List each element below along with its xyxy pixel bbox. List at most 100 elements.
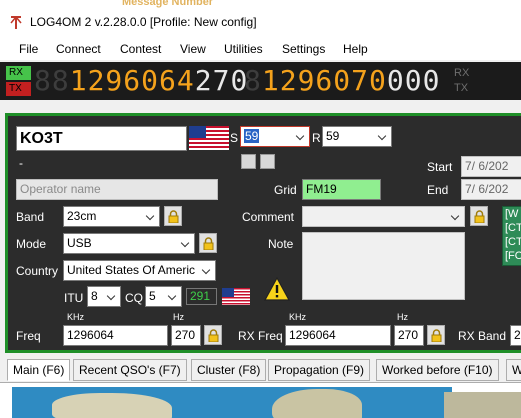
tx-indicator[interactable]: TX: [6, 82, 31, 96]
chevron-down-icon: [199, 261, 215, 280]
comment-lock-button[interactable]: [470, 206, 488, 226]
side-rx-label: RX: [454, 67, 470, 79]
menu-file[interactable]: File: [19, 42, 38, 56]
secondary-map[interactable]: [444, 392, 521, 418]
r-report-select[interactable]: 59: [322, 126, 392, 147]
country-label: Country: [16, 264, 59, 278]
menu-settings[interactable]: Settings: [282, 42, 325, 56]
name-dash: -: [19, 156, 23, 170]
grid-label: Grid: [274, 183, 297, 197]
mode-select[interactable]: USB: [63, 233, 195, 254]
dxcc-number: 291: [186, 288, 217, 305]
itu-label: ITU: [64, 291, 84, 305]
r-report-value: 59: [326, 129, 340, 143]
tab-main[interactable]: Main (F6): [7, 359, 71, 381]
menu-view[interactable]: View: [180, 42, 206, 56]
operator-name-input[interactable]: Operator name: [16, 179, 218, 200]
chevron-down-icon: [293, 127, 309, 146]
itu-select[interactable]: 8: [87, 286, 121, 307]
s-report-value: 59: [244, 129, 260, 143]
freq-hz-label: Hz: [173, 312, 184, 322]
warning-icon[interactable]: [263, 276, 291, 302]
padlock-icon: [208, 329, 219, 342]
rx-band-label: RX Band: [458, 329, 507, 343]
country-select[interactable]: United States Of Americ: [63, 260, 216, 281]
s-report-select[interactable]: 59: [240, 126, 310, 147]
rx-frequency-dim-digits: 88: [34, 64, 70, 97]
comment-label: Comment: [242, 210, 295, 224]
app-antenna-icon: [10, 16, 22, 29]
rx-indicator[interactable]: RX: [6, 66, 31, 80]
tab-worked-before[interactable]: Worked before (F10): [376, 359, 499, 381]
qso-entry-panel: KO3T S 59 R 59 - Start 7/ 6/202 Operator…: [5, 113, 521, 353]
itu-value: 8: [91, 289, 98, 303]
rx-frequency-main-digits: 1296064: [69, 64, 195, 97]
cq-select[interactable]: 5: [145, 286, 182, 307]
title-bar: Message Number LOG4OM 2 v.2.28.0.0 [Prof…: [0, 0, 521, 38]
tab-cluster[interactable]: Cluster (F8): [191, 359, 267, 381]
tx-frequency-main-digits: 1296070: [261, 64, 387, 97]
mode-value: USB: [67, 236, 92, 250]
band-label: Band: [16, 210, 45, 224]
us-flag-small-icon: [222, 288, 250, 305]
menu-bar: File Connect Contest View Utilities Sett…: [0, 38, 521, 60]
window-title: LOG4OM 2 v.2.28.0.0 [Profile: New config…: [30, 15, 257, 29]
world-map[interactable]: [12, 387, 452, 418]
country-value: United States Of Americ: [67, 263, 196, 277]
grid-input[interactable]: FM19: [302, 179, 381, 200]
menu-contest[interactable]: Contest: [120, 42, 161, 56]
rx-freq-khz-input[interactable]: 1296064: [285, 325, 391, 346]
tab-propagation[interactable]: Propagation (F9): [268, 359, 371, 381]
padlock-icon: [203, 237, 214, 250]
r-report-label: R: [312, 131, 321, 145]
rx-frequency-readout: 881296064270: [34, 65, 248, 97]
cq-value: 5: [149, 289, 156, 303]
tx-frequency-dim-digits: 8: [244, 64, 262, 97]
menu-utilities[interactable]: Utilities: [224, 42, 263, 56]
small-square-button[interactable]: [241, 154, 256, 169]
tab-recent-qsos[interactable]: Recent QSO's (F7): [73, 359, 187, 381]
padlock-icon: [474, 210, 485, 223]
rx-freq-hz-input[interactable]: 270: [394, 325, 424, 346]
rx-freq-label: RX Freq: [238, 329, 283, 343]
freq-hz-input[interactable]: 270: [171, 325, 201, 346]
cq-label: CQ: [125, 291, 143, 305]
menu-connect[interactable]: Connect: [56, 42, 101, 56]
map-landmass: [52, 393, 172, 418]
rx-freq-khz-label: KHz: [289, 312, 307, 322]
start-date-field[interactable]: 7/ 6/202: [461, 156, 521, 177]
band-lock-button[interactable]: [164, 206, 182, 226]
chevron-down-icon: [143, 207, 159, 226]
rx-freq-lock-button[interactable]: [427, 325, 445, 345]
freq-khz-input[interactable]: 1296064: [63, 325, 168, 346]
mode-lock-button[interactable]: [199, 233, 217, 253]
callsign-input[interactable]: KO3T: [16, 126, 187, 151]
side-list-item: [CT: [505, 222, 521, 234]
menu-help[interactable]: Help: [343, 42, 368, 56]
band-select[interactable]: 23cm: [63, 206, 160, 227]
tx-frequency-hz-digits: 000: [386, 64, 441, 97]
rx-band-select[interactable]: 2: [510, 325, 521, 346]
mode-label: Mode: [16, 237, 47, 251]
start-label: Start: [427, 160, 453, 174]
chevron-down-icon: [165, 287, 181, 306]
side-list-item: [CT: [505, 236, 521, 248]
freq-label: Freq: [16, 329, 41, 343]
small-square-button[interactable]: [260, 154, 275, 169]
side-list-item: [FO: [505, 250, 521, 262]
side-list[interactable]: [W [CT [CT [FO: [502, 206, 521, 266]
map-landmass: [272, 389, 362, 418]
note-textarea[interactable]: [302, 232, 465, 300]
chevron-down-icon: [448, 207, 464, 226]
end-date-field[interactable]: 7/ 6/202: [461, 179, 521, 200]
band-value: 23cm: [67, 209, 97, 223]
freq-lock-button[interactable]: [204, 325, 222, 345]
padlock-icon: [431, 329, 442, 342]
tab-more[interactable]: W: [506, 359, 521, 381]
chevron-down-icon: [178, 234, 194, 253]
tx-frequency-readout: 81296070000: [244, 65, 440, 97]
tab-bar: Main (F6) Recent QSO's (F7) Cluster (F8)…: [0, 356, 521, 382]
comment-select[interactable]: [302, 206, 465, 227]
chevron-down-icon: [375, 127, 391, 146]
ghost-message-number: Message Number: [122, 0, 214, 8]
